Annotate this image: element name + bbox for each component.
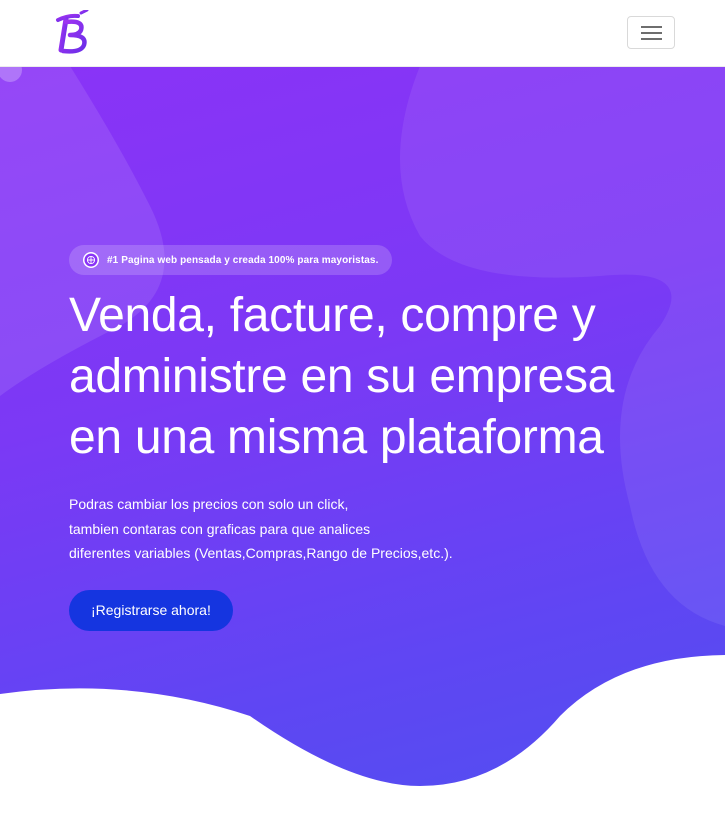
navbar (0, 0, 725, 67)
hero-content: #1 Pagina web pensada y creada 100% para… (69, 245, 689, 631)
hero-description: Podras cambiar los precios con solo un c… (69, 492, 689, 566)
brand-logo[interactable] (54, 10, 92, 56)
tagline-badge: #1 Pagina web pensada y creada 100% para… (69, 245, 393, 275)
hamburger-menu-icon-bar (641, 38, 662, 40)
description-line: Podras cambiar los precios con solo un c… (69, 496, 349, 512)
hamburger-menu-icon (641, 26, 662, 28)
globe-icon (83, 252, 99, 268)
menu-toggle-button[interactable] (627, 16, 675, 49)
register-now-button[interactable]: ¡Registrarse ahora! (69, 589, 233, 631)
tagline-text: #1 Pagina web pensada y creada 100% para… (107, 254, 379, 266)
hero-headline: Venda, facture, compre y administre en s… (69, 285, 689, 468)
headline-line: en una misma plataforma (69, 411, 604, 464)
hamburger-menu-icon-bar (641, 32, 662, 34)
hero-section: #1 Pagina web pensada y creada 100% para… (0, 66, 725, 815)
headline-line: Venda, facture, compre y (69, 289, 596, 342)
description-line: tambien contaras con graficas para que a… (69, 520, 371, 537)
description-line: diferentes variables (Ventas,Compras,Ran… (69, 545, 453, 561)
headline-line: administre en su empresa (69, 350, 615, 403)
